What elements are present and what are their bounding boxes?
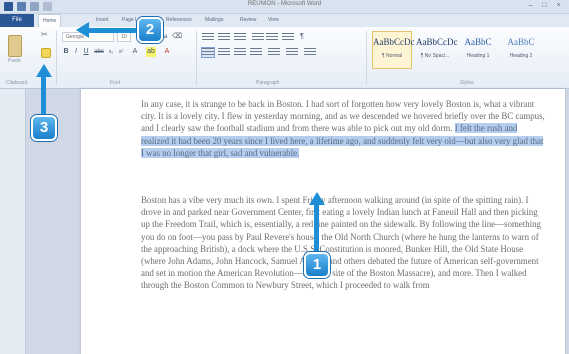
callout-2-badge: 2 bbox=[137, 17, 163, 43]
style-name: Heading 2 bbox=[509, 53, 533, 59]
paragraph-group-label: Paragraph bbox=[256, 80, 280, 86]
font-size-dropdown[interactable]: 10 bbox=[117, 32, 131, 42]
style-name: ¶ No Spaci... bbox=[420, 53, 450, 59]
tab-home[interactable]: Home bbox=[38, 14, 62, 27]
group-divider bbox=[56, 31, 57, 85]
style-sample: AaBbCcDc bbox=[416, 37, 458, 47]
italic-icon[interactable]: I bbox=[72, 47, 80, 57]
decrease-indent-icon[interactable] bbox=[252, 33, 264, 42]
subscript-icon[interactable]: x₂ bbox=[107, 47, 115, 57]
style-no-spacing[interactable]: AaBbCcDc ¶ No Spaci... bbox=[415, 31, 458, 69]
strikethrough-icon[interactable]: abc bbox=[94, 47, 104, 57]
callout-1-badge: 1 bbox=[304, 252, 330, 278]
styles-gallery: AaBbCcDc ¶ Normal AaBbCcDc ¶ No Spaci...… bbox=[372, 31, 569, 73]
text-effects-icon[interactable]: A bbox=[130, 47, 140, 57]
tab-mailings[interactable]: Mailings bbox=[205, 14, 223, 27]
style-sample: AaBbC bbox=[464, 37, 492, 47]
paste-label: Paste bbox=[8, 58, 21, 64]
style-sample: AaBbC bbox=[507, 37, 535, 47]
styles-group-label: Styles bbox=[460, 80, 474, 86]
borders-icon[interactable] bbox=[304, 48, 316, 57]
style-sample: AaBbCcDc bbox=[373, 37, 415, 47]
highlight-icon[interactable]: ab bbox=[146, 47, 156, 57]
title-bar: REUNION - Microsoft Word – □ × bbox=[0, 0, 569, 14]
word-window: REUNION - Microsoft Word – □ × File Home… bbox=[0, 0, 569, 354]
callout-3-badge: 3 bbox=[31, 115, 57, 141]
increase-indent-icon[interactable] bbox=[266, 33, 278, 42]
tab-view[interactable]: View bbox=[268, 14, 279, 27]
tab-file[interactable]: File bbox=[0, 14, 34, 27]
underline-icon[interactable]: U bbox=[82, 47, 90, 57]
vertical-ruler bbox=[0, 89, 26, 354]
group-divider bbox=[196, 31, 197, 85]
align-right-icon[interactable] bbox=[234, 48, 246, 57]
justify-icon[interactable] bbox=[250, 48, 262, 57]
bullets-icon[interactable] bbox=[202, 33, 214, 42]
tab-references[interactable]: References bbox=[166, 14, 192, 27]
callout-2-arrow bbox=[86, 28, 138, 33]
show-formatting-icon[interactable]: ¶ bbox=[298, 32, 306, 42]
format-painter-icon[interactable] bbox=[41, 48, 51, 58]
window-controls: – □ × bbox=[526, 2, 563, 10]
font-color-icon[interactable]: A bbox=[162, 47, 172, 57]
shading-icon[interactable] bbox=[286, 48, 298, 57]
align-left-icon[interactable] bbox=[201, 47, 215, 58]
close-button[interactable]: × bbox=[554, 2, 563, 10]
tab-insert[interactable]: Insert bbox=[96, 14, 109, 27]
style-heading-2[interactable]: AaBbC Heading 2 bbox=[501, 31, 541, 69]
window-title: REUNION - Microsoft Word bbox=[247, 1, 322, 7]
callout-3-arrow bbox=[41, 75, 46, 117]
style-normal[interactable]: AaBbCcDc ¶ Normal bbox=[372, 31, 415, 69]
clear-formatting-icon[interactable]: ⌫ bbox=[172, 32, 182, 42]
callout-1-arrow bbox=[314, 203, 319, 253]
paragraph-1[interactable]: In any case, it is strange to be back in… bbox=[141, 98, 547, 159]
minimize-button[interactable]: – bbox=[526, 2, 535, 10]
tab-review[interactable]: Review bbox=[240, 14, 256, 27]
paragraph-2[interactable]: Boston has a vibe very much its own. I s… bbox=[141, 194, 547, 292]
paste-icon[interactable] bbox=[8, 35, 22, 57]
font-group-label: Font bbox=[110, 80, 121, 86]
group-divider bbox=[366, 31, 367, 85]
align-center-icon[interactable] bbox=[218, 48, 230, 57]
maximize-button[interactable]: □ bbox=[540, 2, 549, 10]
cut-icon[interactable]: ✂ bbox=[41, 31, 49, 39]
style-name: ¶ Normal bbox=[381, 53, 403, 59]
line-spacing-icon[interactable] bbox=[268, 48, 280, 57]
style-name: Heading 1 bbox=[466, 53, 490, 59]
document-page[interactable]: In any case, it is strange to be back in… bbox=[81, 89, 565, 354]
multilevel-list-icon[interactable] bbox=[234, 33, 246, 42]
document-area: In any case, it is strange to be back in… bbox=[0, 89, 569, 354]
sort-icon[interactable] bbox=[282, 33, 294, 42]
clipboard-group-label: Clipboard bbox=[6, 80, 28, 86]
numbering-icon[interactable] bbox=[218, 33, 230, 42]
bold-icon[interactable]: B bbox=[62, 47, 70, 57]
superscript-icon[interactable]: x² bbox=[117, 47, 125, 57]
style-heading-1[interactable]: AaBbC Heading 1 bbox=[458, 31, 498, 69]
